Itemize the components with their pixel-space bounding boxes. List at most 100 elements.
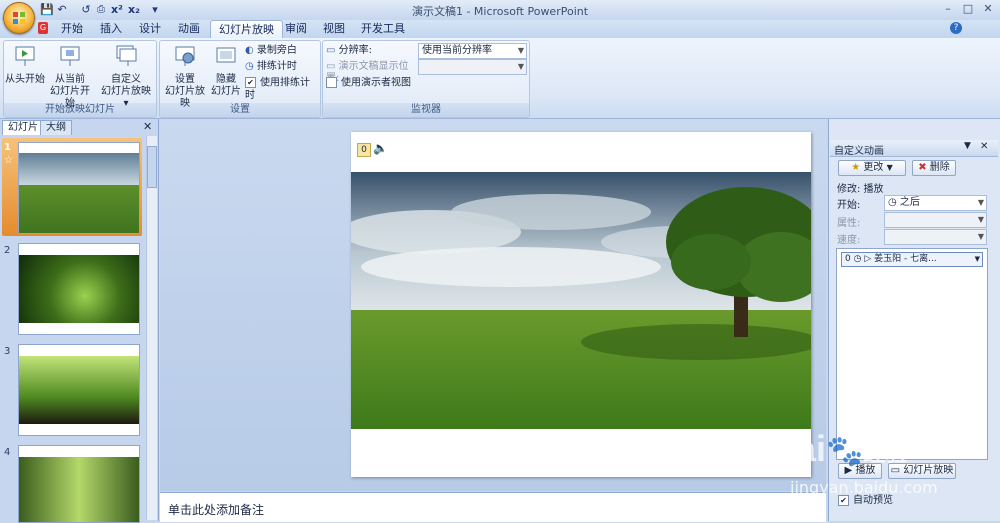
record-narration-label: 录制旁白 [256,45,297,56]
setup-slideshow-icon [175,46,195,66]
hide-label-1: 隐藏 [216,74,236,85]
setup-slideshow-button[interactable]: 设置 幻灯片放映 [162,44,208,110]
custom-label-1: 自定义 [111,74,141,85]
hide-slide-button[interactable]: 隐藏 幻灯片 [210,44,242,98]
close-icon[interactable]: ✕ [980,141,988,152]
show-on-select[interactable]: ▼ [418,59,527,75]
landscape-image[interactable] [351,172,811,429]
group-label: 监视器 [323,103,529,117]
tab-review[interactable]: 审阅 [277,20,315,37]
close-icon[interactable]: ✕ [143,120,152,133]
notes-placeholder: 单击此处添加备注 [168,503,265,517]
office-button[interactable] [3,2,35,34]
notes-pane[interactable]: 单击此处添加备注 [160,492,826,522]
minimize-button[interactable]: – [940,2,956,16]
chevron-down-icon[interactable]: ▼ [975,253,980,266]
slideshow-start-icon [15,46,35,66]
setup-label-2: 幻灯片放映 [165,86,205,109]
landscape-image-graphic [351,172,811,429]
slide-number: 1 [4,142,11,153]
remove-effect-button[interactable]: ✖ 删除 [912,160,956,176]
chevron-down-icon[interactable]: ▼ [964,141,971,151]
property-label: 属性: [837,218,861,229]
slides-scrollbar[interactable] [146,136,157,520]
animation-marker[interactable]: 0 [357,143,371,157]
task-pane-title: 自定义动画 [834,146,884,157]
task-pane-header: 自定义动画 ▼ ✕ [830,140,998,157]
chevron-down-icon: ▼ [517,62,524,71]
current-slide[interactable]: 0 🔈 [351,132,811,477]
slide-thumbnail-4[interactable] [18,445,140,523]
speaker-icon[interactable]: 🔈 [373,141,388,155]
tab-slides[interactable]: 幻灯片 [2,120,44,135]
slide-number: 3 [4,346,11,357]
from-beginning-label: 从头开始 [5,74,45,85]
tab-design[interactable]: 设计 [131,20,169,37]
tab-developer[interactable]: 开发工具 [353,20,413,37]
chevron-down-icon: ▼ [977,198,984,207]
remove-label: 删除 [929,162,950,173]
chevron-down-icon: ▼ [517,46,524,55]
start-label: 开始: [837,200,861,211]
speed-select[interactable]: ▼ [884,229,987,245]
change-effect-button[interactable]: ★ 更改 ▼ [838,160,906,176]
scroll-thumb[interactable] [147,146,157,188]
close-button[interactable]: ✕ [980,2,996,16]
slide-number: 2 [4,245,11,256]
from-current-label-1: 从当前 [55,74,85,85]
help-icon[interactable]: ? [950,22,962,34]
presenter-view-checkbox[interactable]: 使用演示者视图 [326,77,446,90]
from-beginning-button[interactable]: 从头开始 [5,44,45,86]
tab-slideshow[interactable]: 幻灯片放映 [210,20,283,38]
custom-label-2: 幻灯片放映 ▾ [101,86,151,109]
tab-view[interactable]: 视图 [315,20,353,37]
play-icon: ▷ [864,254,872,264]
star-icon: ☆ [4,155,13,166]
clock-icon: ◷ [888,197,897,208]
clock-icon: ◷ [245,61,254,72]
star-icon: ★ [851,162,861,173]
record-narration-button[interactable]: ◐ 录制旁白 [245,45,317,57]
from-current-button[interactable]: 从当前 幻灯片开始 [46,44,94,110]
hide-slide-icon [216,47,236,63]
chevron-down-icon: ▼ [886,163,893,172]
slide-thumbnail-2[interactable] [18,243,140,335]
item-text: 姜玉阳 - 七离... [874,254,937,264]
item-index: 0 [845,254,851,264]
custom-slideshow-button[interactable]: 自定义 幻灯片放映 ▾ [98,44,154,110]
rehearse-timings-button[interactable]: ◷ 排练计时 [245,61,317,73]
speed-label: 速度: [837,235,861,246]
custom-slideshow-icon [116,45,137,66]
resolution-select[interactable]: 使用当前分辨率 ▼ [418,43,527,59]
presenter-view-label: 使用演示者视图 [341,77,411,89]
maximize-button[interactable]: □ [960,2,976,16]
from-current-label-2: 幻灯片开始 [50,86,90,109]
change-label: 更改 [863,162,884,173]
resolution-value: 使用当前分辨率 [422,45,492,56]
remove-icon: ✖ [918,162,927,173]
checkbox-icon [326,77,337,88]
tab-insert[interactable]: 插入 [92,20,130,37]
slide-thumbnail-1[interactable] [18,142,140,234]
tab-home[interactable]: 开始 [53,20,91,37]
animation-list-item[interactable]: 0 ◷ ▷ 姜玉阳 - 七离... ▼ [841,252,983,267]
resolution-label: ▭ 分辨率: [326,45,414,57]
start-value: 之后 [899,197,920,208]
rehearse-timings-label: 排练计时 [256,61,297,72]
paw-icon: 🐾 [826,435,864,468]
slide-thumbnail-3[interactable] [18,344,140,436]
chevron-down-icon: ▼ [977,215,984,224]
property-select[interactable]: ▼ [884,212,987,228]
modify-label: 修改: 播放 [837,184,884,195]
window-title: 演示文稿1 - Microsoft PowerPoint [411,5,589,18]
use-timings-checkbox[interactable]: ✔ 使用排练计时 [245,77,317,102]
slideshow-current-icon [60,46,80,66]
watermark-brand2: 经验 [863,441,908,466]
hide-label-2: 幻灯片 [211,86,241,97]
start-select[interactable]: ◷ 之后 ▼ [884,195,987,211]
chevron-down-icon: ▼ [977,232,984,241]
checkbox-icon: ✔ [245,77,256,88]
tab-outline[interactable]: 大纲 [40,120,72,135]
tab-animations[interactable]: 动画 [170,20,208,37]
addin-icon[interactable]: G [38,22,48,34]
